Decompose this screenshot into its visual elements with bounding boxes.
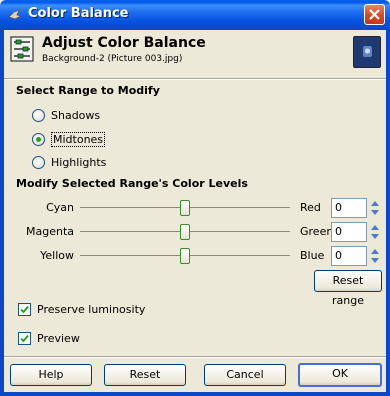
preserve-luminosity-label: Preserve luminosity <box>37 302 146 316</box>
radio-button[interactable] <box>32 108 45 122</box>
preserve-luminosity-checkbox-row[interactable]: Preserve luminosity <box>18 300 145 318</box>
radio-label: Highlights <box>51 155 107 169</box>
dialog-header: Adjust Color Balance Background-2 (Pictu… <box>4 30 386 74</box>
slider-thumb[interactable] <box>180 248 190 264</box>
checkmark-icon <box>20 305 29 313</box>
magenta-green-slider-row: Magenta Green 0 <box>4 220 386 244</box>
window-frame-bottom <box>0 392 390 396</box>
spin-arrows-icon[interactable] <box>369 222 381 242</box>
title-bar[interactable]: Color Balance <box>0 0 390 30</box>
slider-right-label: Green <box>300 225 334 238</box>
cyan-red-value-field[interactable]: 0 <box>331 198 367 218</box>
preview-label: Preview <box>37 331 80 345</box>
preview-checkbox-row[interactable]: Preview <box>18 329 80 347</box>
reset-range-button[interactable]: Reset range <box>314 270 382 307</box>
yellow-blue-slider-row: Yellow Blue 0 <box>4 244 386 268</box>
radio-shadows[interactable]: Shadows <box>32 106 100 124</box>
slider-thumb[interactable] <box>180 200 190 216</box>
slider-right-label: Red <box>300 201 321 214</box>
footer-separator <box>4 356 386 358</box>
preview-checkbox[interactable] <box>18 331 31 345</box>
slider-thumb[interactable] <box>180 224 190 240</box>
slider-left-label: Cyan <box>46 201 74 214</box>
close-icon <box>369 9 380 20</box>
dialog-heading: Adjust Color Balance <box>42 35 206 51</box>
radio-label: Shadows <box>51 108 101 122</box>
range-section-label: Select Range to Modify <box>16 84 160 97</box>
checkmark-icon <box>20 334 29 342</box>
magenta-green-value-field[interactable]: 0 <box>331 222 367 242</box>
header-separator <box>4 78 386 80</box>
cancel-button[interactable]: Cancel <box>204 364 286 386</box>
slider-right-label: Blue <box>300 249 325 262</box>
close-button[interactable] <box>364 4 385 25</box>
dialog-subtitle: Background-2 (Picture 003.jpg) <box>42 54 183 64</box>
radio-midtones[interactable]: Midtones <box>32 130 106 148</box>
radio-button[interactable] <box>32 155 45 169</box>
help-button[interactable]: Help <box>10 364 92 386</box>
radio-highlights[interactable]: Highlights <box>32 153 106 171</box>
window-frame-right <box>386 30 390 396</box>
preserve-luminosity-checkbox[interactable] <box>18 302 31 316</box>
window-title: Color Balance <box>28 6 129 21</box>
levels-section-label: Modify Selected Range's Color Levels <box>16 177 248 190</box>
image-icon <box>354 37 380 67</box>
radio-button[interactable] <box>32 132 45 146</box>
gimp-icon <box>8 9 23 20</box>
cyan-red-slider-row: Cyan Red 0 <box>4 196 386 220</box>
slider-left-label: Yellow <box>40 249 74 262</box>
spin-arrows-icon[interactable] <box>369 198 381 218</box>
ok-button[interactable]: OK <box>298 363 382 387</box>
image-thumbnail <box>353 36 381 68</box>
spin-arrows-icon[interactable] <box>369 246 381 266</box>
color-balance-icon <box>10 36 34 62</box>
slider-left-label: Magenta <box>25 225 74 238</box>
reset-button[interactable]: Reset <box>104 364 186 386</box>
radio-label: Midtones <box>51 131 106 147</box>
yellow-blue-value-field[interactable]: 0 <box>331 246 367 266</box>
